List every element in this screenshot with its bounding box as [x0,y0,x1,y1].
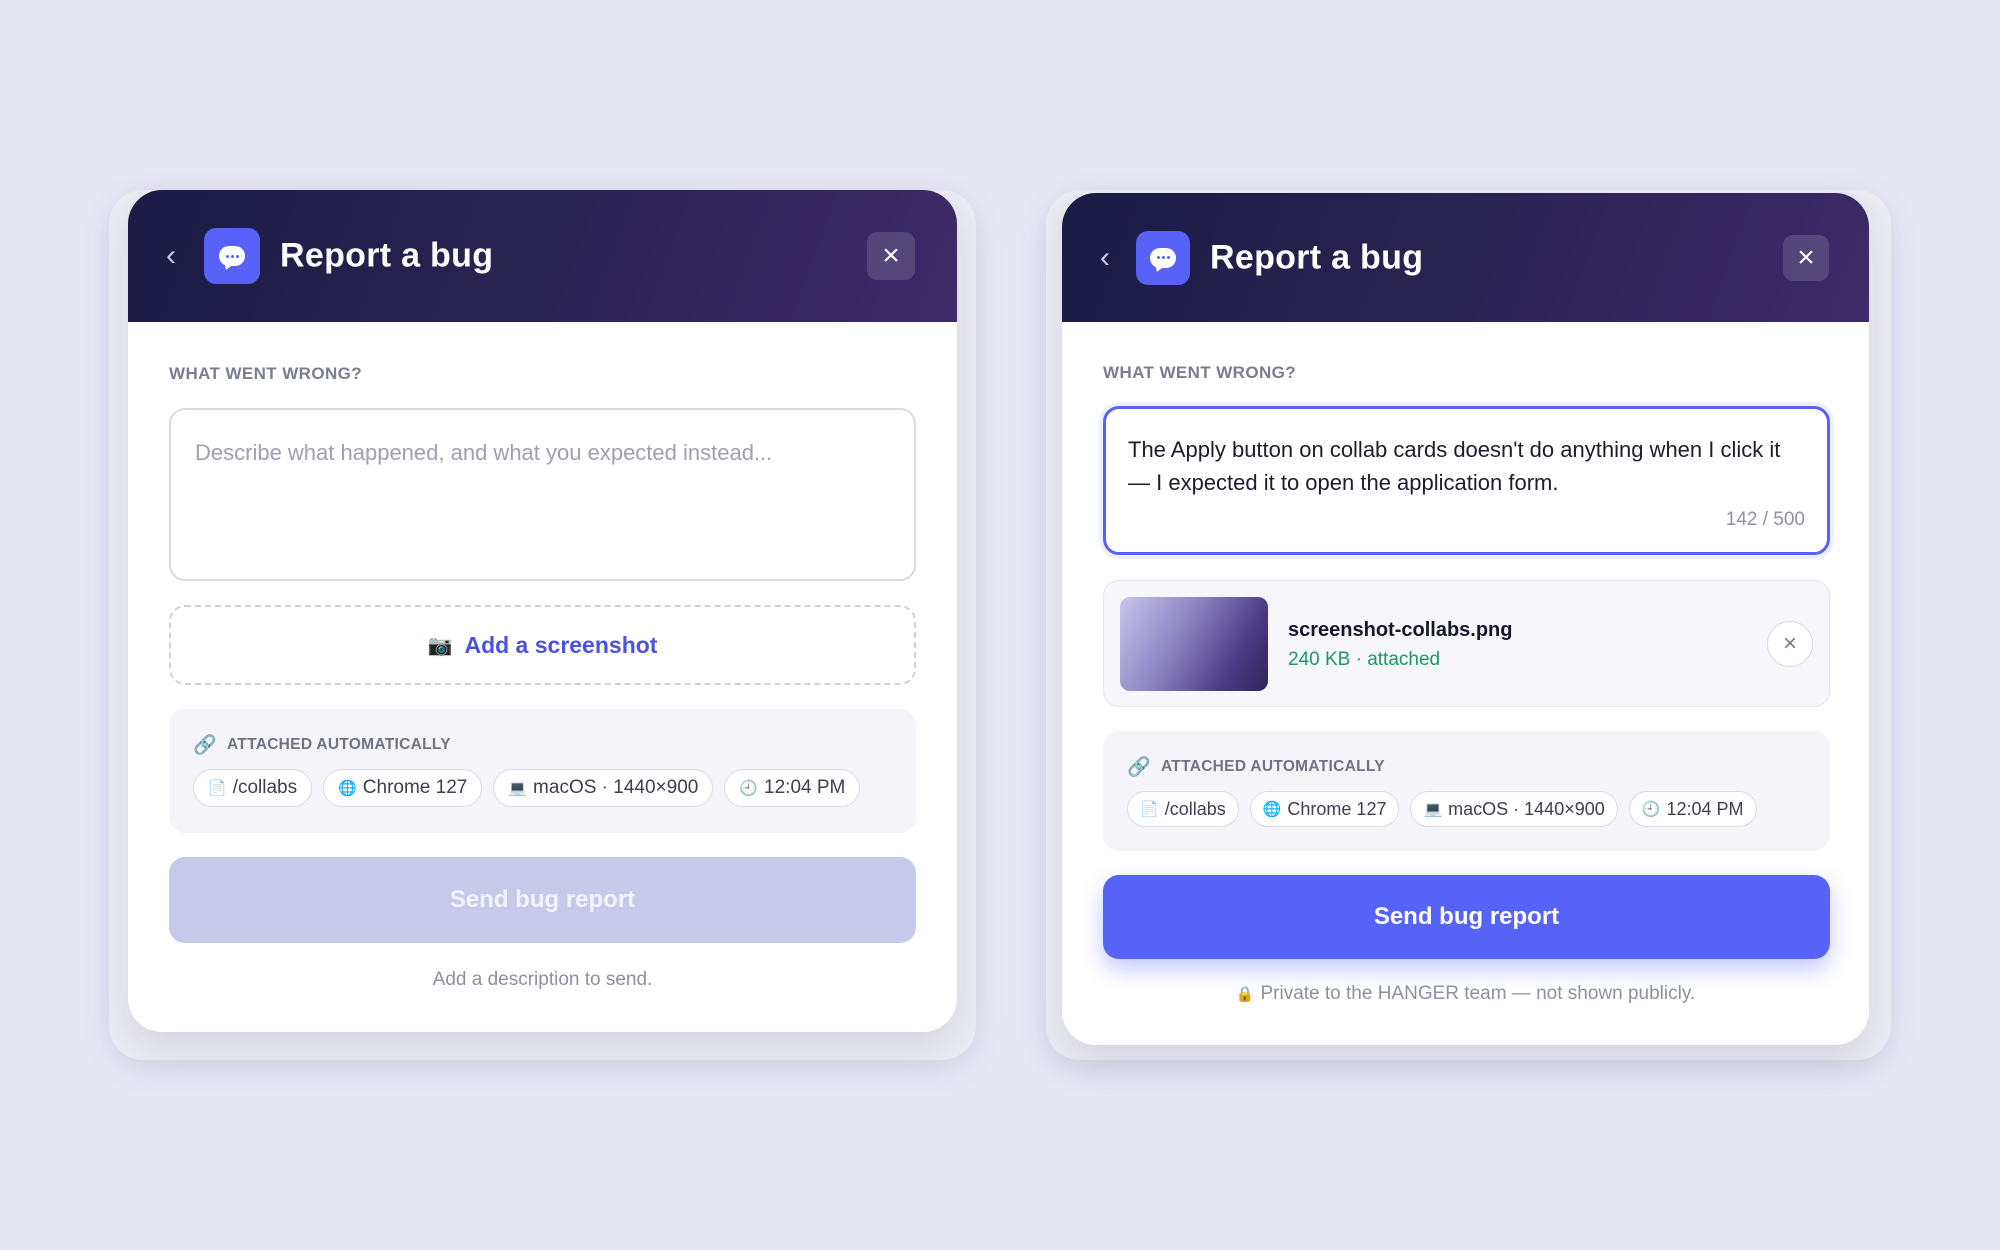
close-button[interactable]: × [1783,234,1829,281]
attachment-meta: 240 KB · attached [1288,649,1441,670]
close-icon: × [882,239,900,272]
character-counter: 142 / 500 [1725,508,1805,530]
add-screenshot-button[interactable]: 📷 Add a screenshot [169,605,916,685]
globe-icon: 🌐 [1262,801,1282,818]
chip-os: 💻 macOS · 1440×900 [1410,791,1618,827]
clock-icon: 🕘 [739,780,759,797]
remove-attachment-button[interactable]: × [1767,621,1813,667]
add-screenshot-label: Add a screenshot [464,631,658,658]
file-icon: 📄 [208,780,227,797]
close-icon: × [1782,630,1797,657]
bug-report-dialog-empty: ‹ Report a bug × WHAT WENT WRONG? Descri… [128,190,957,1032]
globe-icon: 🌐 [338,780,357,797]
lock-icon: 🔒 [1235,986,1255,1003]
send-bug-report-button[interactable]: Send bug report [1103,875,1830,959]
textarea-placeholder: Describe what happened, and what you exp… [195,440,773,465]
screenshot-attachment: screenshot-collabs.png 240 KB · attached… [1103,580,1830,707]
chevron-left-icon[interactable]: ‹ [1100,242,1110,273]
metadata-chips: 📄/collabs 🌐 Chrome 127 💻 macOS · 1440×900 … [1127,791,1757,827]
chat-bubble-icon [1136,230,1190,285]
auto-attached-heading: 🔗 ATTACHED AUTOMATICALLY [193,733,451,757]
chevron-left-icon[interactable]: ‹ [166,241,176,271]
chip-browser: 🌐 Chrome 127 [1249,791,1400,827]
chip-path: 📄/collabs [1127,791,1239,827]
auto-attached-heading: 🔗 ATTACHED AUTOMATICALLY [1127,755,1385,779]
chip-os: 💻 macOS · 1440×900 [493,769,714,807]
privacy-note: 🔒 Private to the HANGER team — not shown … [1235,983,1696,1004]
camera-icon: 📷 [427,634,453,657]
file-icon: 📄 [1140,801,1159,818]
chat-bubble-icon [204,228,260,284]
dialog-title: Report a bug [280,236,494,275]
laptop-icon: 💻 [508,780,528,797]
close-icon: × [1797,240,1815,274]
close-button[interactable]: × [867,232,915,280]
dialog-header: ‹ Report a bug × [1062,193,1869,322]
clock-icon: 🕘 [1641,801,1661,818]
auto-attached-label: ATTACHED AUTOMATICALLY [1160,758,1385,775]
chip-browser: 🌐 Chrome 127 [323,769,483,807]
link-icon: 🔗 [193,735,217,756]
screenshot-thumbnail[interactable] [1120,597,1268,691]
chip-time: 🕘 12:04 PM [724,769,861,807]
chip-time: 🕘 12:04 PM [1628,791,1757,827]
section-label: WHAT WENT WRONG? [1103,363,1297,382]
description-textarea[interactable]: The Apply button on collab cards doesn't… [1103,406,1830,555]
dialog-header: ‹ Report a bug × [128,190,957,322]
link-icon: 🔗 [1127,757,1151,778]
metadata-chips: 📄/collabs 🌐 Chrome 127 💻 macOS · 1440×900 … [193,769,861,807]
auto-attached-panel: 🔗 ATTACHED AUTOMATICALLY 📄/collabs 🌐 Chro… [1103,731,1830,851]
bug-report-dialog-filled: ‹ Report a bug × WHAT WENT WRONG? The Ap… [1062,193,1869,1045]
laptop-icon: 💻 [1423,801,1443,818]
description-textarea[interactable]: Describe what happened, and what you exp… [169,408,916,581]
send-hint: Add a description to send. [432,969,653,990]
section-label: WHAT WENT WRONG? [169,364,363,383]
dialog-title: Report a bug [1210,238,1424,276]
send-bug-report-button[interactable]: Send bug report [169,857,916,943]
attachment-file-name: screenshot-collabs.png [1288,619,1513,641]
auto-attached-label: ATTACHED AUTOMATICALLY [226,736,451,753]
auto-attached-panel: 🔗 ATTACHED AUTOMATICALLY 📄/collabs 🌐 Chro… [169,709,916,833]
chip-path: 📄/collabs [193,769,313,807]
textarea-value: The Apply button on collab cards doesn't… [1128,437,1781,495]
